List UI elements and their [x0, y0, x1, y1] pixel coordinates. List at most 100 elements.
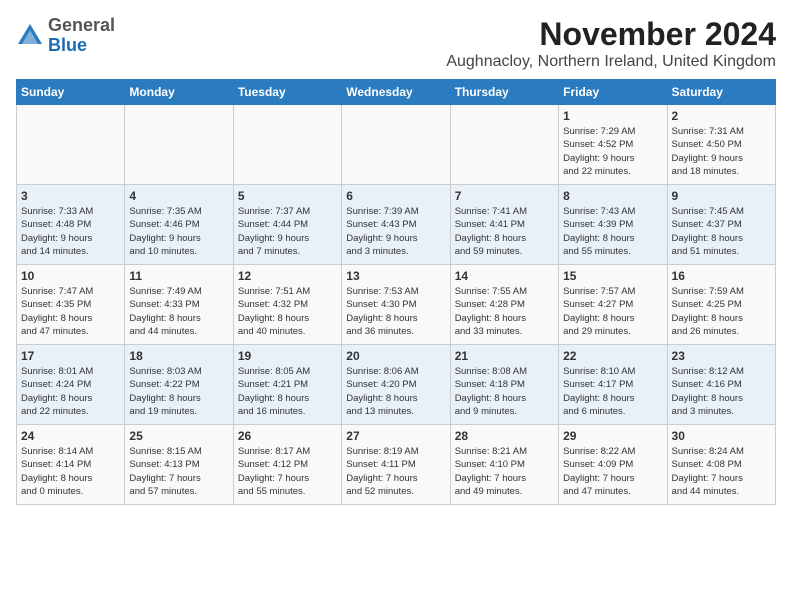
day-number: 5 [238, 189, 337, 203]
logo-text: General Blue [48, 16, 115, 56]
day-number: 20 [346, 349, 445, 363]
day-info: Sunrise: 7:55 AM Sunset: 4:28 PM Dayligh… [455, 285, 554, 338]
day-info: Sunrise: 7:29 AM Sunset: 4:52 PM Dayligh… [563, 125, 662, 178]
day-info: Sunrise: 7:37 AM Sunset: 4:44 PM Dayligh… [238, 205, 337, 258]
day-number: 21 [455, 349, 554, 363]
day-cell: 3 Sunrise: 7:33 AM Sunset: 4:48 PM Daylig… [17, 185, 125, 265]
day-info: Sunrise: 7:47 AM Sunset: 4:35 PM Dayligh… [21, 285, 120, 338]
day-info: Sunrise: 7:51 AM Sunset: 4:32 PM Dayligh… [238, 285, 337, 338]
day-info: Sunrise: 7:49 AM Sunset: 4:33 PM Dayligh… [129, 285, 228, 338]
calendar-table: SundayMondayTuesdayWednesdayThursdayFrid… [16, 79, 776, 505]
day-number: 15 [563, 269, 662, 283]
day-number: 6 [346, 189, 445, 203]
day-cell: 16 Sunrise: 7:59 AM Sunset: 4:25 PM Dayli… [667, 265, 775, 345]
logo: General Blue [16, 16, 115, 56]
day-number: 29 [563, 429, 662, 443]
day-info: Sunrise: 8:10 AM Sunset: 4:17 PM Dayligh… [563, 365, 662, 418]
day-cell: 13 Sunrise: 7:53 AM Sunset: 4:30 PM Dayli… [342, 265, 450, 345]
day-number: 16 [672, 269, 771, 283]
week-row-5: 24 Sunrise: 8:14 AM Sunset: 4:14 PM Dayli… [17, 425, 776, 505]
day-cell: 1Sunrise: 7:29 AM Sunset: 4:52 PM Daylig… [559, 105, 667, 185]
day-number: 18 [129, 349, 228, 363]
page-header: General Blue November 2024 Aughnacloy, N… [16, 16, 776, 71]
day-cell [450, 105, 558, 185]
title-block: November 2024 Aughnacloy, Northern Irela… [446, 16, 776, 71]
day-cell: 21 Sunrise: 8:08 AM Sunset: 4:18 PM Dayli… [450, 345, 558, 425]
day-number: 30 [672, 429, 771, 443]
column-header-wednesday: Wednesday [342, 80, 450, 105]
week-row-1: 1Sunrise: 7:29 AM Sunset: 4:52 PM Daylig… [17, 105, 776, 185]
day-number: 8 [563, 189, 662, 203]
day-number: 7 [455, 189, 554, 203]
week-row-3: 10Sunrise: 7:47 AM Sunset: 4:35 PM Dayli… [17, 265, 776, 345]
day-cell [233, 105, 341, 185]
column-header-saturday: Saturday [667, 80, 775, 105]
column-header-thursday: Thursday [450, 80, 558, 105]
day-cell: 28 Sunrise: 8:21 AM Sunset: 4:10 PM Dayli… [450, 425, 558, 505]
day-cell: 15 Sunrise: 7:57 AM Sunset: 4:27 PM Dayli… [559, 265, 667, 345]
week-row-4: 17 Sunrise: 8:01 AM Sunset: 4:24 PM Dayli… [17, 345, 776, 425]
day-info: Sunrise: 8:06 AM Sunset: 4:20 PM Dayligh… [346, 365, 445, 418]
day-number: 12 [238, 269, 337, 283]
day-number: 24 [21, 429, 120, 443]
day-number: 9 [672, 189, 771, 203]
day-cell: 4 Sunrise: 7:35 AM Sunset: 4:46 PM Daylig… [125, 185, 233, 265]
day-number: 28 [455, 429, 554, 443]
day-info: Sunrise: 8:08 AM Sunset: 4:18 PM Dayligh… [455, 365, 554, 418]
day-number: 11 [129, 269, 228, 283]
column-header-monday: Monday [125, 80, 233, 105]
day-number: 22 [563, 349, 662, 363]
day-cell: 12 Sunrise: 7:51 AM Sunset: 4:32 PM Dayli… [233, 265, 341, 345]
logo-blue: Blue [48, 35, 87, 55]
day-info: Sunrise: 7:53 AM Sunset: 4:30 PM Dayligh… [346, 285, 445, 338]
day-info: Sunrise: 7:33 AM Sunset: 4:48 PM Dayligh… [21, 205, 120, 258]
day-cell: 8 Sunrise: 7:43 AM Sunset: 4:39 PM Daylig… [559, 185, 667, 265]
column-header-friday: Friday [559, 80, 667, 105]
day-number: 13 [346, 269, 445, 283]
day-info: Sunrise: 7:59 AM Sunset: 4:25 PM Dayligh… [672, 285, 771, 338]
day-cell [342, 105, 450, 185]
day-number: 14 [455, 269, 554, 283]
day-cell [17, 105, 125, 185]
day-cell: 19 Sunrise: 8:05 AM Sunset: 4:21 PM Dayli… [233, 345, 341, 425]
column-header-tuesday: Tuesday [233, 80, 341, 105]
day-info: Sunrise: 7:57 AM Sunset: 4:27 PM Dayligh… [563, 285, 662, 338]
day-info: Sunrise: 8:14 AM Sunset: 4:14 PM Dayligh… [21, 445, 120, 498]
column-header-sunday: Sunday [17, 80, 125, 105]
day-info: Sunrise: 8:01 AM Sunset: 4:24 PM Dayligh… [21, 365, 120, 418]
day-cell: 26 Sunrise: 8:17 AM Sunset: 4:12 PM Dayli… [233, 425, 341, 505]
day-info: Sunrise: 7:45 AM Sunset: 4:37 PM Dayligh… [672, 205, 771, 258]
day-number: 27 [346, 429, 445, 443]
day-number: 23 [672, 349, 771, 363]
day-number: 17 [21, 349, 120, 363]
day-number: 4 [129, 189, 228, 203]
week-row-2: 3 Sunrise: 7:33 AM Sunset: 4:48 PM Daylig… [17, 185, 776, 265]
day-info: Sunrise: 8:15 AM Sunset: 4:13 PM Dayligh… [129, 445, 228, 498]
day-info: Sunrise: 8:17 AM Sunset: 4:12 PM Dayligh… [238, 445, 337, 498]
day-cell: 27 Sunrise: 8:19 AM Sunset: 4:11 PM Dayli… [342, 425, 450, 505]
day-number: 2 [672, 109, 771, 123]
day-cell [125, 105, 233, 185]
day-number: 19 [238, 349, 337, 363]
day-cell: 24 Sunrise: 8:14 AM Sunset: 4:14 PM Dayli… [17, 425, 125, 505]
location: Aughnacloy, Northern Ireland, United Kin… [446, 53, 776, 71]
day-number: 3 [21, 189, 120, 203]
day-info: Sunrise: 8:21 AM Sunset: 4:10 PM Dayligh… [455, 445, 554, 498]
day-info: Sunrise: 7:35 AM Sunset: 4:46 PM Dayligh… [129, 205, 228, 258]
day-cell: 5 Sunrise: 7:37 AM Sunset: 4:44 PM Daylig… [233, 185, 341, 265]
day-info: Sunrise: 8:12 AM Sunset: 4:16 PM Dayligh… [672, 365, 771, 418]
day-cell: 23 Sunrise: 8:12 AM Sunset: 4:16 PM Dayli… [667, 345, 775, 425]
day-cell: 22 Sunrise: 8:10 AM Sunset: 4:17 PM Dayli… [559, 345, 667, 425]
day-cell: 11 Sunrise: 7:49 AM Sunset: 4:33 PM Dayli… [125, 265, 233, 345]
logo-icon [16, 22, 44, 50]
day-cell: 20 Sunrise: 8:06 AM Sunset: 4:20 PM Dayli… [342, 345, 450, 425]
day-cell: 18Sunrise: 8:03 AM Sunset: 4:22 PM Dayli… [125, 345, 233, 425]
day-info: Sunrise: 7:43 AM Sunset: 4:39 PM Dayligh… [563, 205, 662, 258]
day-cell: 14 Sunrise: 7:55 AM Sunset: 4:28 PM Dayli… [450, 265, 558, 345]
header-row: SundayMondayTuesdayWednesdayThursdayFrid… [17, 80, 776, 105]
day-cell: 25Sunrise: 8:15 AM Sunset: 4:13 PM Dayli… [125, 425, 233, 505]
day-info: Sunrise: 8:05 AM Sunset: 4:21 PM Dayligh… [238, 365, 337, 418]
day-info: Sunrise: 8:24 AM Sunset: 4:08 PM Dayligh… [672, 445, 771, 498]
day-number: 26 [238, 429, 337, 443]
day-info: Sunrise: 8:19 AM Sunset: 4:11 PM Dayligh… [346, 445, 445, 498]
